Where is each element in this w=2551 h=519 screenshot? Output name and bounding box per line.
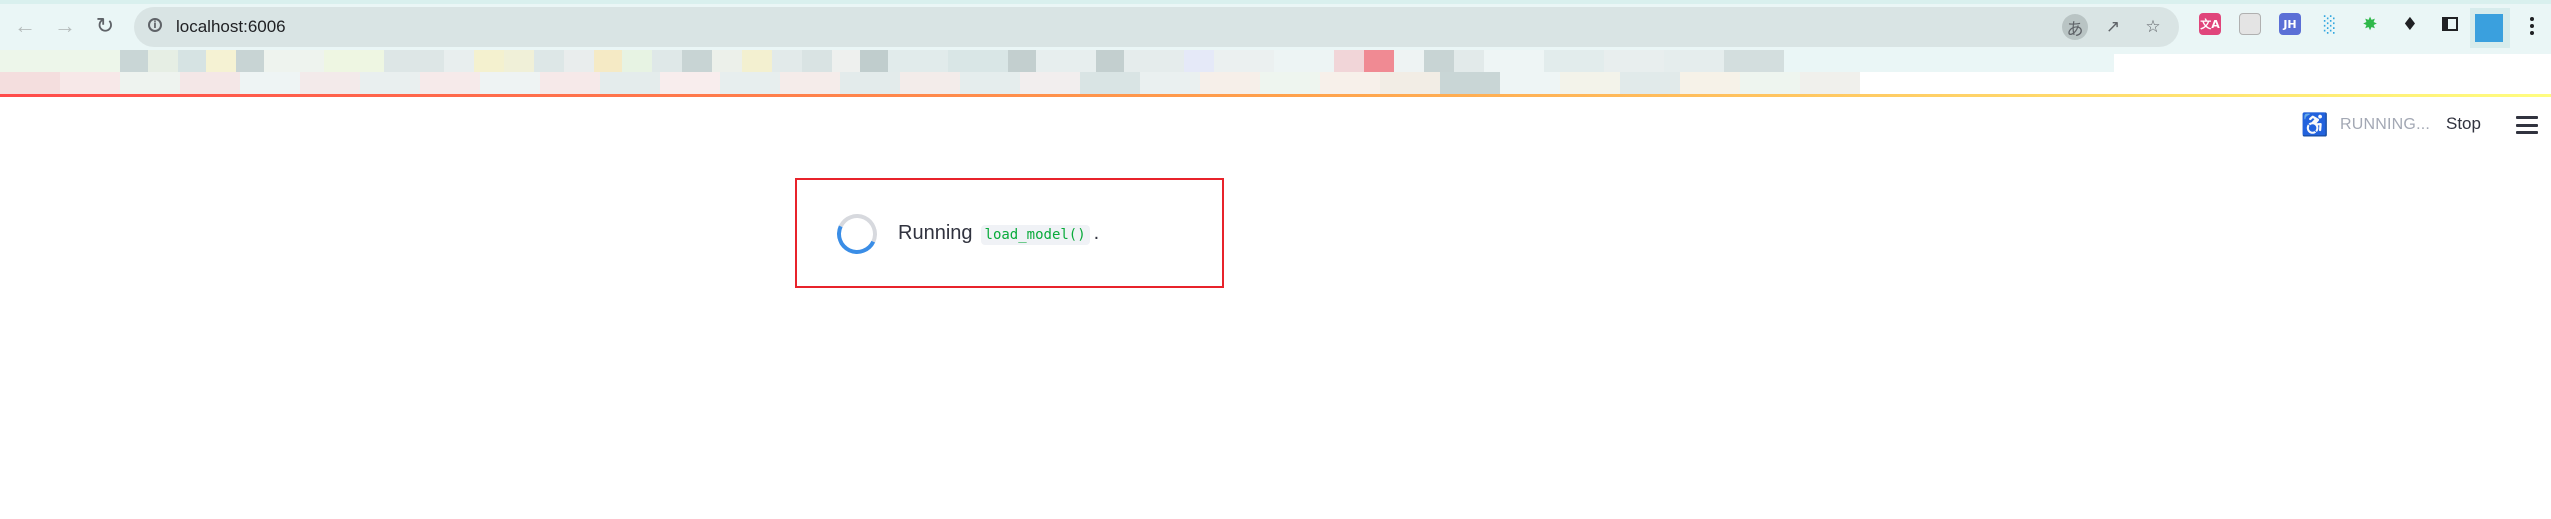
ext-translate-icon[interactable]: 文A [2199,13,2221,35]
extensions-puzzle-icon[interactable]: ♦ [2399,13,2421,35]
back-arrow-icon[interactable]: ← [12,13,38,39]
running-status-message: Running load_model() . [898,222,1099,245]
browser-toolbar: ← → ↻ i localhost:6006 あ ↗ ☆ 文A JH ░ ✸ ♦ [0,0,2551,54]
stop-button[interactable]: Stop [2440,112,2487,136]
share-icon[interactable]: ↗ [2100,14,2126,40]
ext-green-icon[interactable]: ✸ [2359,13,2381,35]
ext-document-icon[interactable] [2239,13,2261,35]
running-suffix: . [1093,222,1100,244]
avatar[interactable] [2475,14,2503,42]
forward-arrow-icon[interactable]: → [52,13,78,39]
bookmarks-row-bottom [0,72,1920,94]
star-icon[interactable]: ☆ [2140,14,2166,40]
address-bar[interactable]: i localhost:6006 あ ↗ ☆ [134,7,2179,47]
sidebar-panel-shape [2442,17,2458,31]
ext-translate-label: 文A [2200,18,2220,31]
status-label: RUNNING... [2340,116,2430,133]
running-man-icon: ♿ [2301,112,2329,137]
url-text[interactable]: localhost:6006 [176,17,286,37]
sidebar-panel-icon[interactable] [2439,13,2461,35]
browser-menu-icon[interactable] [2524,13,2540,39]
bookmarks-row-top [0,50,2114,72]
tab-strip-edge [0,0,2551,4]
reload-icon[interactable]: ↻ [92,13,118,39]
bookmarks-bar [0,50,2551,94]
hamburger-menu-icon[interactable] [2516,116,2538,134]
running-prefix: Running [898,222,973,244]
ext-jh-label: JH [2283,17,2297,31]
translate-icon[interactable]: あ [2062,14,2088,40]
function-code: load_model() [980,225,1090,245]
ext-chart-icon[interactable]: ░ [2319,13,2341,35]
status-widget: ♿ RUNNING... [2301,110,2430,140]
ext-jh-icon[interactable]: JH [2279,13,2301,35]
info-icon[interactable]: i [148,18,162,32]
header-decoration [0,94,2551,97]
